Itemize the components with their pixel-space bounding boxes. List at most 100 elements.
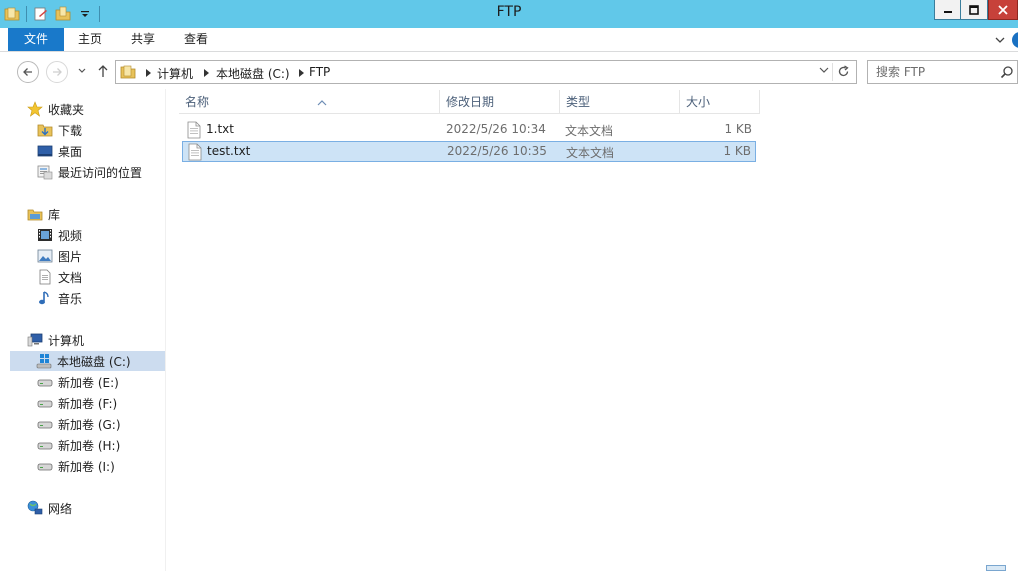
sidebar-item-volume-f[interactable]: 新加卷 (F:) xyxy=(37,393,117,413)
column-header-size-label: 大小 xyxy=(686,95,711,109)
sidebar-item-volume-g[interactable]: 新加卷 (G:) xyxy=(37,414,121,434)
sidebar-item-local-disk-c[interactable]: 本地磁盘 (C:) xyxy=(10,351,165,371)
file-name: test.txt xyxy=(207,144,251,158)
sidebar-item-desktop[interactable]: 桌面 xyxy=(37,141,82,161)
file-date: 2022/5/26 10:34 xyxy=(446,122,546,136)
ribbon-tabs: 文件 主页 共享 查看 xyxy=(0,28,1018,52)
breadcrumb-local-disk[interactable]: 本地磁盘 (C:) xyxy=(216,65,290,82)
view-toggle-button[interactable] xyxy=(986,565,1006,571)
network-icon xyxy=(27,500,43,516)
star-icon xyxy=(27,101,43,117)
window-title: FTP xyxy=(496,4,522,20)
recent-places-icon xyxy=(37,164,53,180)
column-header-type[interactable]: 类型 xyxy=(560,90,680,114)
sidebar-item-label: 音乐 xyxy=(58,291,83,306)
documents-icon xyxy=(37,269,53,285)
sort-ascending-icon xyxy=(317,90,327,106)
file-row-selected[interactable]: test.txt 2022/5/26 10:35 文本文档 1 KB xyxy=(182,141,756,162)
breadcrumb-arrow-icon[interactable] xyxy=(297,67,305,79)
folder-icon xyxy=(120,64,136,83)
text-file-icon xyxy=(187,121,201,139)
column-header-size[interactable]: 大小 xyxy=(680,90,760,114)
sidebar-computer-label: 计算机 xyxy=(48,333,85,348)
navigation-bar: 计算机 本地磁盘 (C:) FTP xyxy=(0,53,1018,89)
video-icon xyxy=(37,227,53,243)
minimize-button[interactable] xyxy=(934,0,961,20)
sidebar-item-volume-i[interactable]: 新加卷 (I:) xyxy=(37,456,115,476)
sidebar-item-documents[interactable]: 文档 xyxy=(37,267,82,287)
column-header-name[interactable]: 名称 xyxy=(179,90,440,114)
breadcrumb-ftp[interactable]: FTP xyxy=(309,65,330,79)
sidebar-item-label: 最近访问的位置 xyxy=(58,165,143,180)
column-header-date-label: 修改日期 xyxy=(446,95,495,109)
music-icon xyxy=(37,290,53,306)
expand-ribbon-chevron-icon[interactable] xyxy=(992,32,1008,48)
sidebar-item-label: 文档 xyxy=(58,270,83,285)
file-date: 2022/5/26 10:35 xyxy=(447,144,547,158)
sidebar-libraries-label: 库 xyxy=(48,207,61,222)
sidebar-item-videos[interactable]: 视频 xyxy=(37,225,82,245)
recent-locations-chevron-icon[interactable] xyxy=(75,64,89,78)
sidebar-item-label: 下载 xyxy=(58,123,83,138)
maximize-button[interactable] xyxy=(961,0,988,20)
sidebar-item-volume-e[interactable]: 新加卷 (E:) xyxy=(37,372,119,392)
column-header-type-label: 类型 xyxy=(566,95,591,109)
sidebar-network-label: 网络 xyxy=(48,501,73,516)
drive-icon xyxy=(37,416,53,432)
sidebar-item-label: 新加卷 (E:) xyxy=(58,375,119,390)
drive-icon xyxy=(37,374,53,390)
sidebar-item-label: 本地磁盘 (C:) xyxy=(57,354,131,369)
text-file-icon xyxy=(188,143,202,161)
file-type: 文本文档 xyxy=(566,146,615,160)
sidebar-item-downloads[interactable]: 下载 xyxy=(37,120,82,140)
sidebar-favorites[interactable]: 收藏夹 xyxy=(27,99,84,119)
downloads-folder-icon xyxy=(37,122,53,138)
file-row[interactable]: 1.txt 2022/5/26 10:34 文本文档 1 KB xyxy=(182,120,756,141)
desktop-icon xyxy=(37,143,53,159)
up-arrow-icon[interactable] xyxy=(96,64,110,78)
pictures-icon xyxy=(37,248,53,264)
column-header-name-label: 名称 xyxy=(185,95,210,109)
drive-icon xyxy=(37,395,53,411)
sidebar-network[interactable]: 网络 xyxy=(27,498,72,518)
sidebar-item-label: 新加卷 (H:) xyxy=(58,438,121,453)
sidebar-computer[interactable]: 计算机 xyxy=(27,330,84,350)
search-input[interactable] xyxy=(876,64,994,80)
back-button[interactable] xyxy=(17,61,39,83)
tab-file[interactable]: 文件 xyxy=(8,28,64,51)
file-list: 名称 修改日期 类型 大小 1.txt 2022/5/26 10:34 文本文档… xyxy=(166,89,1018,571)
sidebar-item-label: 新加卷 (I:) xyxy=(58,459,115,474)
libraries-icon xyxy=(27,206,43,222)
breadcrumb-computer[interactable]: 计算机 xyxy=(157,65,193,82)
windows-drive-icon xyxy=(36,353,52,369)
column-header-date[interactable]: 修改日期 xyxy=(440,90,560,114)
title-bar: FTP xyxy=(0,0,1018,28)
search-box[interactable] xyxy=(867,60,1018,84)
sidebar-item-volume-h[interactable]: 新加卷 (H:) xyxy=(37,435,120,455)
sidebar-item-pictures[interactable]: 图片 xyxy=(37,246,82,266)
navigation-pane: 收藏夹 下载 桌面 最近访问的位置 库 视频 图片 文档 音乐 计算机 本地磁盘… xyxy=(0,89,166,571)
breadcrumb-arrow-icon[interactable] xyxy=(202,67,210,79)
tab-share[interactable]: 共享 xyxy=(116,28,170,51)
tab-view[interactable]: 查看 xyxy=(170,28,222,51)
address-bar[interactable]: 计算机 本地磁盘 (C:) FTP xyxy=(115,60,857,84)
sidebar-item-music[interactable]: 音乐 xyxy=(37,288,82,308)
sidebar-item-label: 图片 xyxy=(58,249,83,264)
address-history-chevron-icon[interactable] xyxy=(818,64,830,76)
file-size: 1 KB xyxy=(723,144,751,158)
help-icon[interactable] xyxy=(1012,32,1018,48)
drive-icon xyxy=(37,437,53,453)
sidebar-item-label: 视频 xyxy=(58,228,83,243)
sidebar-item-recent-places[interactable]: 最近访问的位置 xyxy=(37,162,142,182)
file-name: 1.txt xyxy=(206,122,234,136)
search-icon[interactable] xyxy=(1000,65,1014,79)
close-button[interactable] xyxy=(988,0,1018,20)
address-divider xyxy=(832,63,833,81)
sidebar-libraries[interactable]: 库 xyxy=(27,204,60,224)
refresh-icon[interactable] xyxy=(836,64,850,78)
tab-home[interactable]: 主页 xyxy=(64,28,116,51)
file-type: 文本文档 xyxy=(565,124,614,138)
forward-button[interactable] xyxy=(46,61,68,83)
drive-icon xyxy=(37,458,53,474)
breadcrumb-arrow-icon[interactable] xyxy=(144,67,152,79)
